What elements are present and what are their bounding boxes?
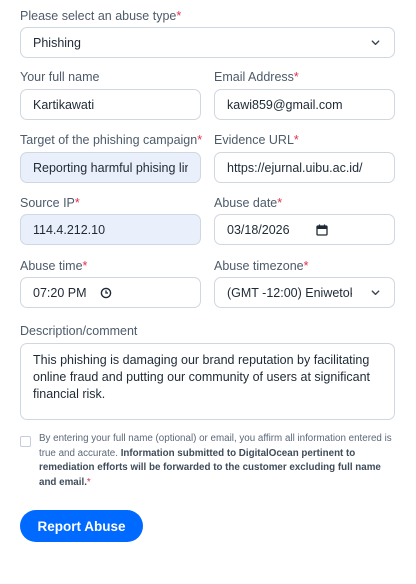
report-abuse-button[interactable]: Report Abuse xyxy=(20,510,143,542)
description-textarea[interactable]: This phishing is damaging our brand repu… xyxy=(20,343,395,420)
source-ip-input[interactable]: 114.4.212.10 xyxy=(20,214,201,245)
evidence-url-label: Evidence URL* xyxy=(214,133,299,147)
description-value: This phishing is damaging our brand repu… xyxy=(33,353,370,401)
consent-checkbox[interactable] xyxy=(20,436,31,447)
consent-text: By entering your full name (optional) or… xyxy=(39,433,392,488)
evidence-url-value: https://ejurnal.uibu.ac.id/ xyxy=(227,160,363,175)
chevron-down-icon xyxy=(368,286,382,300)
full-name-input[interactable]: Kartikawati xyxy=(20,89,201,120)
abuse-timezone-label: Abuse timezone* xyxy=(214,259,309,273)
target-label: Target of the phishing campaign* xyxy=(20,133,203,147)
abuse-date-input[interactable]: 03/18/2026 xyxy=(214,214,395,245)
source-ip-label: Source IP* xyxy=(20,196,80,210)
calendar-icon[interactable] xyxy=(315,223,329,237)
target-input[interactable]: Reporting harmful phising link xyxy=(20,152,201,183)
email-input[interactable]: kawi859@gmail.com xyxy=(214,89,395,120)
abuse-date-label: Abuse date* xyxy=(214,196,283,210)
abuse-timezone-select[interactable]: (GMT -12:00) Eniwetok xyxy=(214,277,395,308)
abuse-timezone-value: (GMT -12:00) Eniwetok xyxy=(227,285,352,300)
abuse-type-select[interactable]: Phishing xyxy=(20,27,395,58)
abuse-type-value: Phishing xyxy=(33,35,81,50)
abuse-time-input[interactable]: 07:20 PM xyxy=(20,277,201,308)
abuse-type-label: Please select an abuse type* xyxy=(20,9,182,23)
full-name-label: Your full name xyxy=(20,70,100,84)
abuse-date-value: 03/18/2026 xyxy=(227,222,290,237)
clock-icon[interactable] xyxy=(99,286,113,300)
target-value: Reporting harmful phising link xyxy=(33,160,188,175)
full-name-value: Kartikawati xyxy=(33,97,95,112)
description-label: Description/comment xyxy=(20,324,138,338)
source-ip-value: 114.4.212.10 xyxy=(33,222,106,237)
evidence-url-input[interactable]: https://ejurnal.uibu.ac.id/ xyxy=(214,152,395,183)
email-label: Email Address* xyxy=(214,70,299,84)
abuse-time-label: Abuse time* xyxy=(20,259,88,273)
email-value: kawi859@gmail.com xyxy=(227,97,343,112)
chevron-down-icon xyxy=(368,36,382,50)
